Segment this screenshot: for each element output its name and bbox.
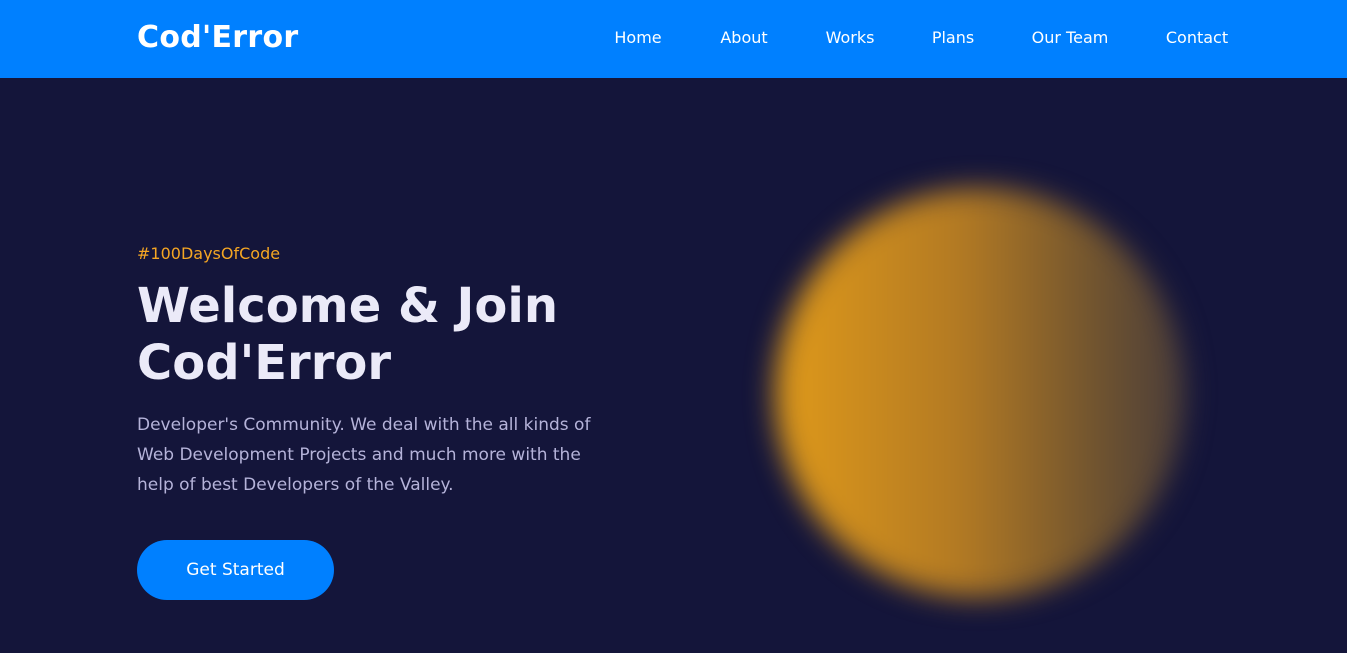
- nav-link-contact[interactable]: Contact: [1166, 27, 1228, 49]
- brand-logo[interactable]: Cod'Error: [137, 19, 298, 57]
- top-navbar: Cod'Error Home About Works Plans Our Tea…: [0, 0, 1347, 78]
- nav-link-home[interactable]: Home: [614, 27, 661, 49]
- hero-orb-graphic: [775, 188, 1185, 598]
- hero-headline: Welcome & Join Cod'Error: [137, 278, 558, 391]
- nav-link-works[interactable]: Works: [826, 27, 875, 49]
- nav-link-plans[interactable]: Plans: [932, 27, 974, 49]
- get-started-button[interactable]: Get Started: [137, 540, 334, 600]
- nav-link-our-team[interactable]: Our Team: [1032, 27, 1109, 49]
- hero-tagline: #100DaysOfCode: [137, 244, 281, 263]
- hero-section: #100DaysOfCode Welcome & Join Cod'Error …: [0, 78, 1347, 653]
- hero-description: Developer's Community. We deal with the …: [137, 415, 591, 495]
- nav-link-about[interactable]: About: [720, 27, 767, 49]
